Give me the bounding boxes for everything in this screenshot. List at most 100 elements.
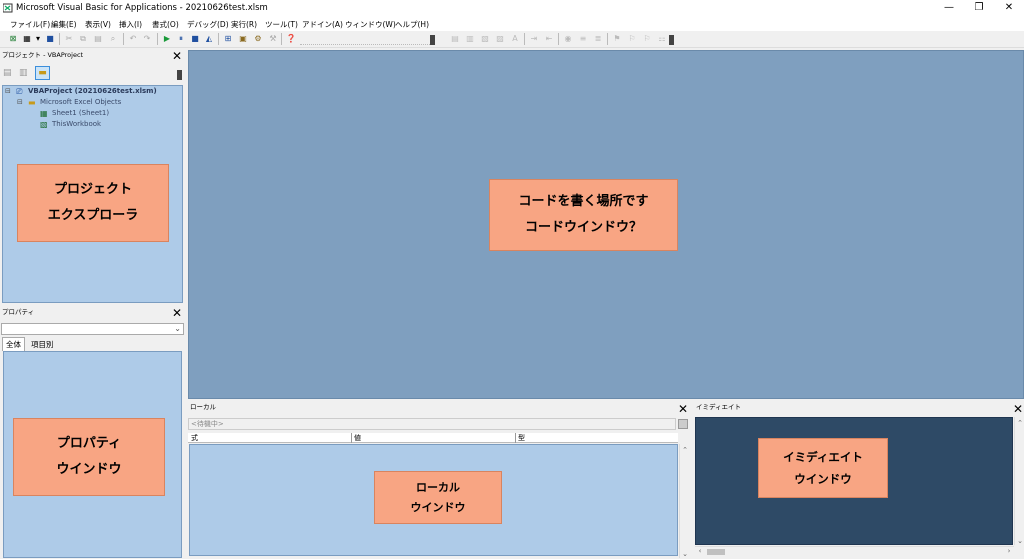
folder-icon: ▬: [28, 98, 36, 107]
immediate-editor[interactable]: イミディエイト ウインドウ: [695, 417, 1013, 545]
pane-toolbar-grip[interactable]: [177, 70, 182, 80]
view-code-icon[interactable]: ▤: [3, 68, 15, 79]
title-bar: Microsoft Visual Basic for Applications …: [0, 0, 1024, 17]
design-mode-icon[interactable]: ◭: [204, 34, 214, 44]
close-properties-button[interactable]: ✕: [171, 307, 183, 319]
edit-prev-bookmark-icon[interactable]: ⚐: [642, 34, 652, 44]
locals-callout-line1: ローカル: [416, 480, 460, 494]
col-type[interactable]: 型: [515, 433, 525, 443]
toolbox-icon[interactable]: ⚒: [268, 34, 278, 44]
edit-uncomment-block-icon[interactable]: ≣: [593, 34, 603, 44]
edit-toolbar-grip[interactable]: [669, 35, 674, 45]
menu-edit[interactable]: 編集(E): [51, 19, 77, 30]
locals-list[interactable]: ローカル ウインドウ: [189, 444, 678, 556]
toolbar-grip[interactable]: [430, 35, 435, 45]
reset-icon[interactable]: ■: [190, 34, 200, 44]
edit-list-constants-icon[interactable]: ▥: [465, 34, 475, 44]
tree-collapse-toggle[interactable]: ⊟: [5, 87, 11, 95]
menu-window[interactable]: ウィンドウ(W): [345, 19, 396, 30]
tree-folder-excel-objects[interactable]: Microsoft Excel Objects: [40, 98, 121, 106]
cut-icon[interactable]: ✂: [64, 34, 74, 44]
edit-comment-block-icon[interactable]: ≡: [578, 34, 588, 44]
menu-bar: ファイル(F) 編集(E) 表示(V) 挿入(I) 書式(O) デバッグ(D) …: [0, 17, 1024, 31]
tree-item-thisworkbook[interactable]: ThisWorkbook: [52, 120, 101, 128]
close-immediate-button[interactable]: ✕: [1012, 403, 1024, 415]
menu-tools[interactable]: ツール(T): [265, 19, 298, 30]
menu-insert[interactable]: 挿入(I): [119, 19, 142, 30]
scroll-down-icon[interactable]: ⌄: [1015, 537, 1024, 545]
vbaproject-icon: ⎚: [16, 87, 23, 96]
scroll-up-icon[interactable]: ⌃: [680, 446, 690, 454]
menu-file[interactable]: ファイル(F): [10, 19, 50, 30]
code-window[interactable]: コードを書く場所です コードウインドウ？: [188, 50, 1024, 399]
menu-addins[interactable]: アドイン(A): [302, 19, 343, 30]
scroll-thumb[interactable]: [707, 549, 725, 555]
edit-complete-word-icon[interactable]: A: [510, 34, 520, 44]
toggle-folders-icon[interactable]: ▬: [35, 66, 50, 80]
edit-toggle-bookmark-icon[interactable]: ⚑: [612, 34, 622, 44]
undo-icon[interactable]: ↶: [128, 34, 138, 44]
properties-window-icon[interactable]: ▣: [238, 34, 248, 44]
menu-debug[interactable]: デバッグ(D): [187, 19, 229, 30]
workbook-icon: ▧: [40, 120, 48, 129]
minimize-button[interactable]: —: [934, 0, 964, 17]
view-object-icon[interactable]: ▥: [19, 68, 31, 79]
code-window-callout-line2: コードウインドウ？: [524, 220, 642, 235]
project-explorer-callout: プロジェクト エクスプローラ: [17, 164, 169, 242]
call-stack-button[interactable]: [678, 419, 688, 429]
edit-clear-bookmarks-icon[interactable]: ⚏: [657, 34, 667, 44]
redo-icon[interactable]: ↷: [142, 34, 152, 44]
immediate-hscrollbar[interactable]: ‹ ›: [695, 546, 1014, 556]
insert-userform-icon[interactable]: ▦: [22, 34, 32, 44]
close-window-button[interactable]: ✕: [994, 0, 1024, 17]
tree-folder-toggle[interactable]: ⊟: [17, 98, 23, 106]
dropdown-arrow-icon[interactable]: ▾: [35, 34, 41, 44]
menu-format[interactable]: 書式(O): [152, 19, 179, 30]
project-tree[interactable]: ⊟ ⎚ VBAProject (20210626test.xlsm) ⊟ ▬ M…: [2, 85, 183, 303]
tab-category[interactable]: 項目別: [28, 338, 57, 351]
locals-scrollbar[interactable]: ⌃ ⌄: [679, 444, 689, 558]
immediate-vscrollbar[interactable]: ⌃ ⌄: [1014, 417, 1024, 545]
project-explorer-icon[interactable]: ⊞: [223, 34, 233, 44]
tree-root-vbaproject[interactable]: VBAProject (20210626test.xlsm): [28, 87, 157, 95]
edit-indent-icon[interactable]: ⇥: [529, 34, 539, 44]
scroll-left-icon[interactable]: ‹: [695, 547, 705, 556]
edit-toggle-breakpoint-icon[interactable]: ◉: [563, 34, 573, 44]
paste-icon[interactable]: ▤: [93, 34, 103, 44]
break-icon[interactable]: ⏸: [176, 34, 186, 44]
menu-help[interactable]: ヘルプ(H): [395, 19, 429, 30]
edit-quick-info-icon[interactable]: ▧: [480, 34, 490, 44]
excel-icon[interactable]: ⊠: [8, 34, 18, 44]
restore-button[interactable]: ❐: [964, 0, 994, 17]
copy-icon[interactable]: ⧉: [78, 34, 88, 44]
object-browser-icon[interactable]: ⚙: [253, 34, 263, 44]
properties-grid[interactable]: プロパティ ウインドウ: [3, 351, 182, 558]
save-icon[interactable]: ■: [45, 34, 55, 44]
menu-run[interactable]: 実行(R): [231, 19, 257, 30]
col-expression[interactable]: 式: [191, 433, 198, 443]
help-icon[interactable]: ❓: [286, 34, 296, 44]
menu-view[interactable]: 表示(V): [85, 19, 111, 30]
scroll-down-icon[interactable]: ⌄: [680, 550, 690, 558]
vba-app-icon: [2, 3, 13, 13]
run-icon[interactable]: ▶: [162, 34, 172, 44]
locals-pane: ローカル ✕ <待機中> 式 値 型 ローカル ウインドウ ⌃ ⌄: [188, 401, 692, 559]
project-explorer-title: プロジェクト - VBAProject: [0, 49, 186, 62]
standard-toolbar: ⊠ ▦ ▾ ■ ✂ ⧉ ▤ ⌕ ↶ ↷ ▶ ⏸ ■ ◭ ⊞ ▣ ⚙ ⚒ ❓ ▤ …: [0, 31, 1024, 48]
immediate-title: イミディエイト: [694, 401, 1024, 414]
find-icon[interactable]: ⌕: [108, 34, 118, 44]
close-locals-button[interactable]: ✕: [677, 403, 689, 415]
edit-parameter-info-icon[interactable]: ▨: [495, 34, 505, 44]
tree-item-sheet1[interactable]: Sheet1 (Sheet1): [52, 109, 109, 117]
scroll-right-icon[interactable]: ›: [1004, 547, 1014, 556]
edit-next-bookmark-icon[interactable]: ⚐: [627, 34, 637, 44]
object-select[interactable]: ⌄: [1, 323, 184, 335]
edit-outdent-icon[interactable]: ⇤: [544, 34, 554, 44]
immediate-callout: イミディエイト ウインドウ: [758, 438, 888, 498]
close-project-explorer-button[interactable]: ✕: [171, 50, 183, 62]
edit-list-properties-icon[interactable]: ▤: [450, 34, 460, 44]
tab-all[interactable]: 全体: [2, 337, 25, 351]
scroll-up-icon[interactable]: ⌃: [1015, 419, 1024, 427]
chevron-down-icon: ⌄: [174, 324, 181, 333]
col-value[interactable]: 値: [351, 433, 361, 443]
